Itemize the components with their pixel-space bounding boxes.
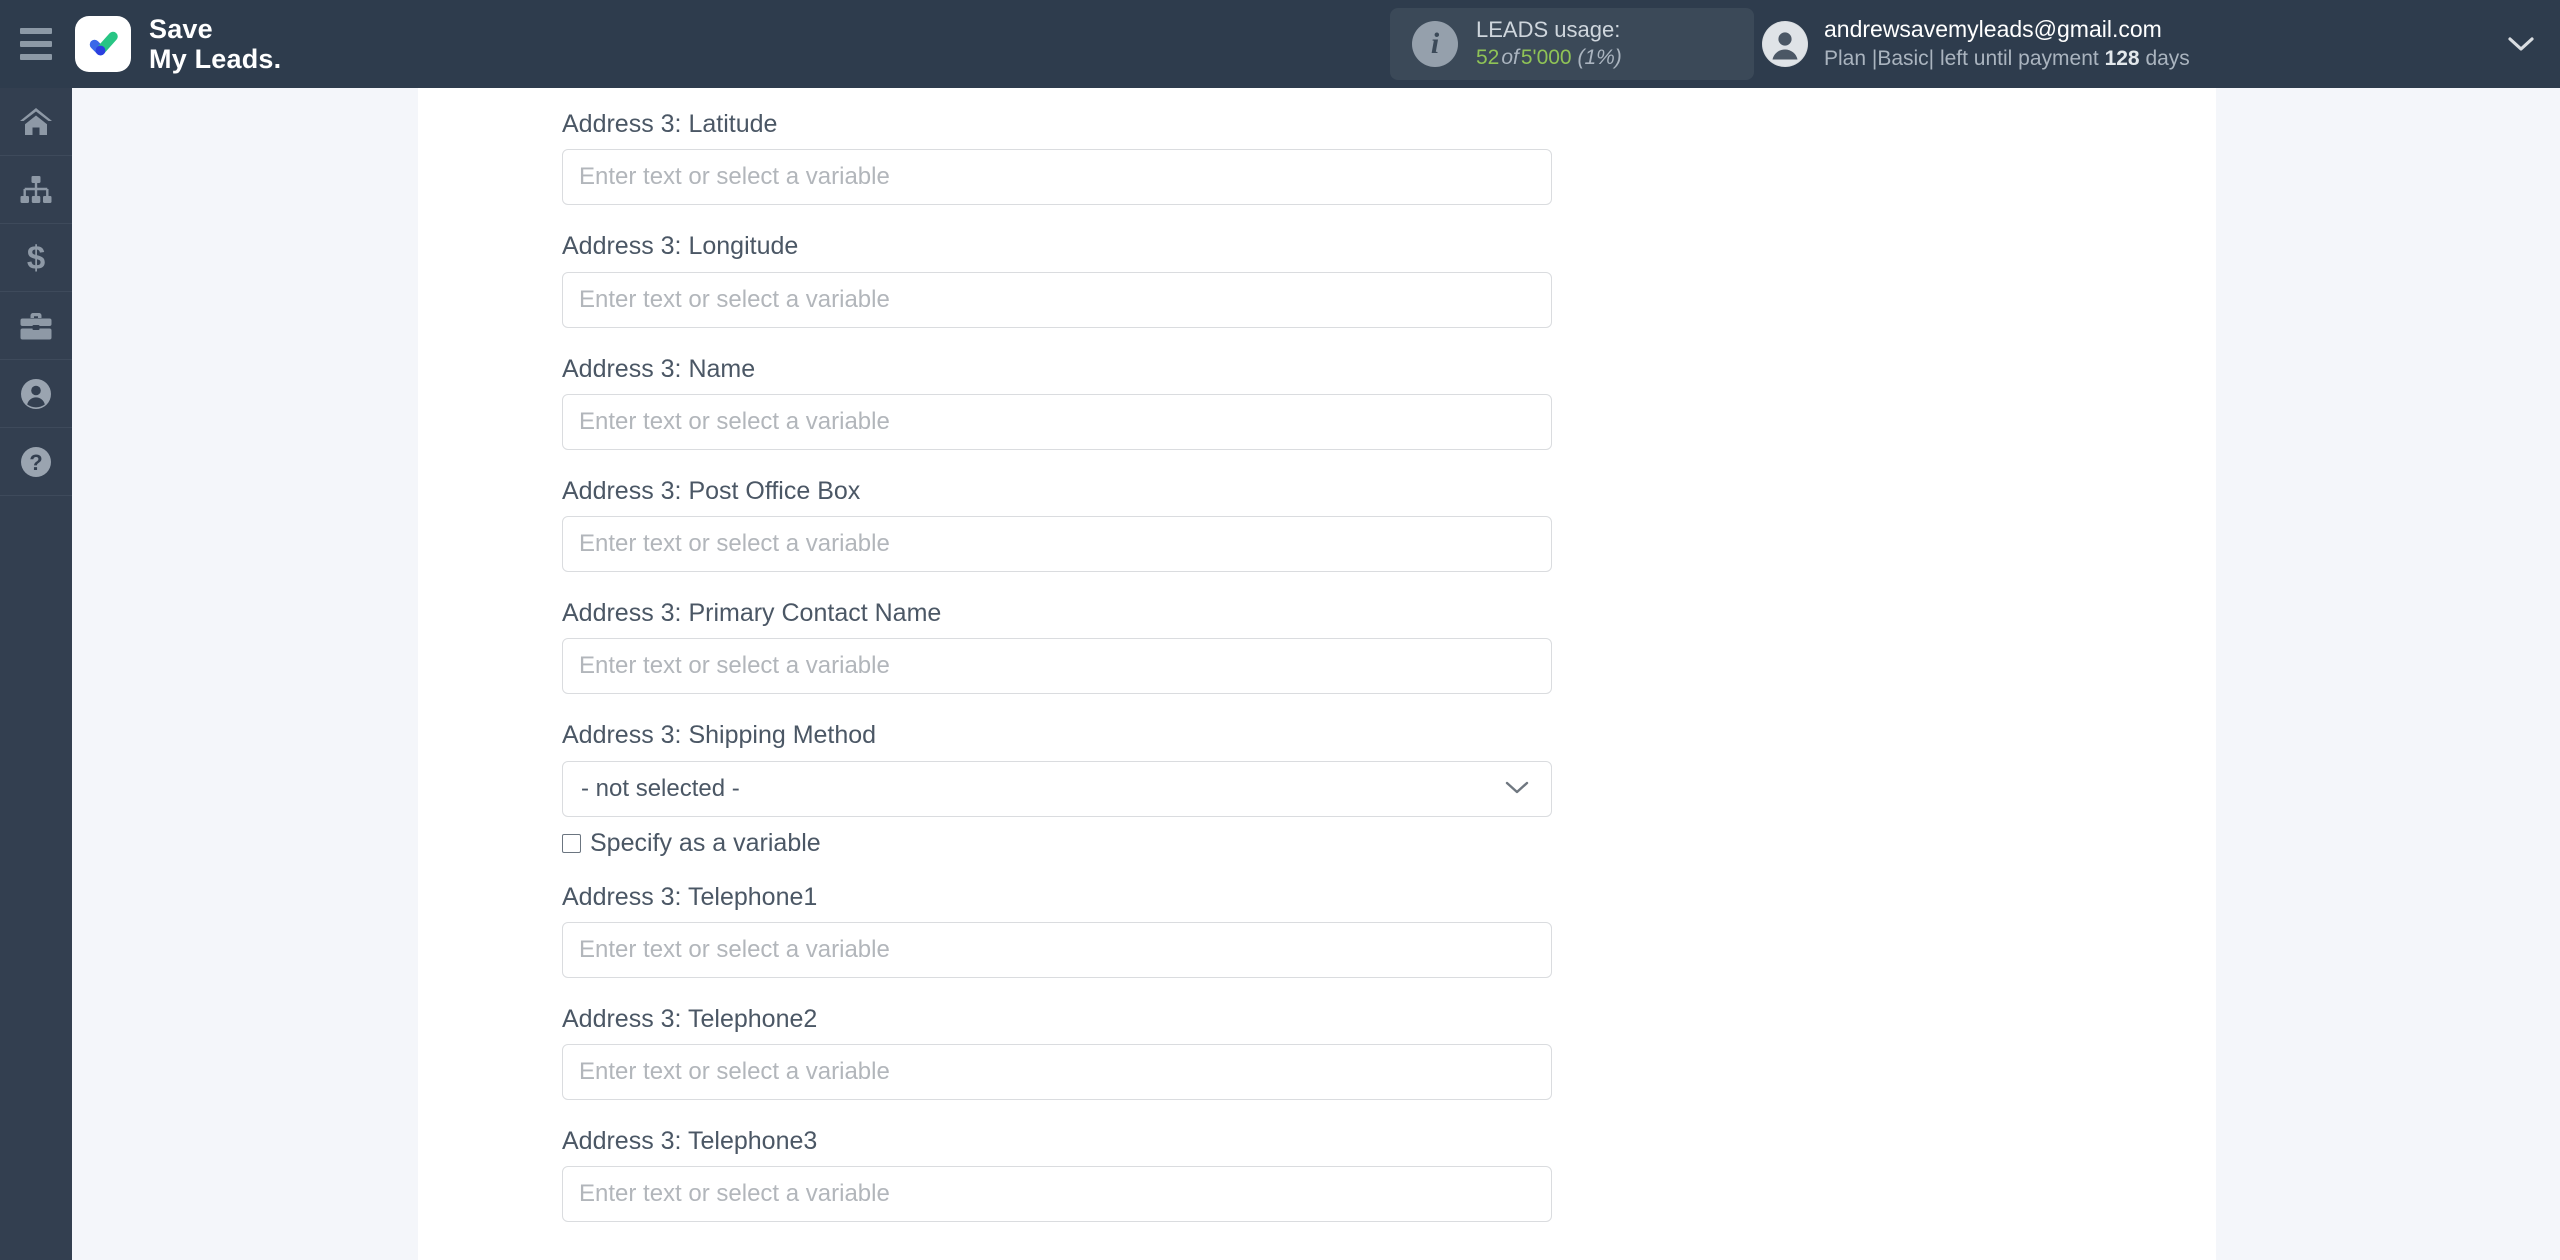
shipping-method-select-wrap: - not selected - — [562, 760, 1552, 817]
leads-usage-widget[interactable]: i LEADS usage: 52of5'000 (1%) — [1390, 8, 1754, 80]
sidebar-item-services[interactable] — [0, 292, 72, 360]
plan-prefix: Plan |Basic| left until payment — [1824, 47, 2099, 71]
field-input-latitude[interactable] — [562, 149, 1552, 206]
usage-used: 52 — [1476, 45, 1500, 69]
sidebar-item-help[interactable]: ? — [0, 428, 72, 496]
field-input-telephone3[interactable] — [562, 1166, 1552, 1223]
svg-text:?: ? — [29, 450, 42, 475]
hamburger-bar — [20, 28, 52, 34]
sitemap-icon — [19, 175, 53, 205]
field-label: Address 3: Post Office Box — [562, 476, 861, 505]
hamburger-bar — [20, 41, 52, 47]
top-header-bar: Save My Leads. i LEADS usage: 52of5'000 … — [0, 0, 2560, 88]
field-label: Address 3: Primary Contact Name — [562, 599, 942, 627]
sidebar-item-home[interactable] — [0, 88, 72, 156]
field-group: Address 3: Shipping Method - not selecte… — [562, 694, 1662, 855]
field-label: Address 3: Longitude — [562, 232, 799, 261]
chevron-down-icon[interactable] — [2506, 34, 2536, 59]
content-panel: Address 3: Latitude Address 3: Longitude… — [418, 88, 2216, 1260]
usage-total: 5'000 — [1520, 45, 1572, 69]
briefcase-icon — [19, 311, 53, 341]
svg-text:$: $ — [27, 241, 45, 275]
brand-name: Save My Leads. — [149, 14, 281, 74]
user-avatar-icon — [1762, 21, 1808, 67]
field-label: Address 3: Name — [562, 354, 756, 383]
plan-suffix: days — [2145, 47, 2190, 71]
field-label: Address 3: Telephone2 — [562, 1004, 818, 1033]
field-input-telephone1[interactable] — [562, 921, 1552, 978]
usage-title: LEADS usage: — [1476, 17, 1621, 43]
field-group: Address 3: Latitude — [562, 83, 1662, 206]
field-group: Address 3: Primary Contact Name — [562, 572, 1662, 695]
usage-of: of — [1501, 45, 1519, 69]
field-mapping-form: Address 3: Latitude Address 3: Longitude… — [562, 83, 1662, 1223]
field-input-primary-contact-name[interactable] — [562, 638, 1552, 695]
field-group: Address 3: Name — [562, 328, 1662, 450]
info-icon: i — [1412, 21, 1458, 67]
usage-percent: (1%) — [1577, 45, 1622, 69]
brand-logo[interactable]: Save My Leads. — [75, 14, 281, 74]
usage-value: 52of5'000 (1%) — [1476, 45, 1622, 72]
field-label: Address 3: Shipping Method — [562, 721, 877, 750]
usage-text-block: LEADS usage: 52of5'000 (1%) — [1476, 16, 1622, 71]
field-label: Address 3: Telephone3 — [562, 1127, 818, 1155]
brand-line-2: My Leads. — [149, 44, 282, 74]
specify-as-variable-label: Specify as a variable — [590, 828, 821, 857]
left-icon-sidebar: $ ? — [0, 88, 72, 1260]
question-circle-icon: ? — [20, 446, 52, 478]
account-email: andrewsavemyleads@gmail.com — [1824, 16, 2162, 43]
hamburger-menu-icon[interactable] — [0, 0, 72, 88]
field-input-telephone2[interactable] — [562, 1044, 1552, 1100]
field-label: Address 3: Telephone1 — [562, 882, 818, 911]
field-group: Address 3: Telephone2 — [562, 978, 1662, 1100]
field-input-name[interactable] — [562, 393, 1552, 450]
field-group: Address 3: Telephone3 — [562, 1100, 1662, 1223]
account-widget[interactable]: andrewsavemyleads@gmail.com Plan |Basic|… — [1762, 8, 2190, 80]
specify-as-variable-checkbox[interactable] — [562, 833, 581, 853]
dollar-icon: $ — [23, 241, 49, 275]
sidebar-item-connections[interactable] — [0, 156, 72, 224]
hamburger-bar — [20, 54, 52, 60]
sidebar-item-profile[interactable] — [0, 360, 72, 428]
field-group: Address 3: Longitude — [562, 205, 1662, 328]
field-label: Address 3: Latitude — [562, 110, 778, 138]
account-plan: Plan |Basic| left until payment 128 days — [1824, 45, 2190, 72]
user-icon — [20, 378, 52, 410]
sidebar-item-billing[interactable]: $ — [0, 224, 72, 292]
field-group: Address 3: Telephone1 — [562, 856, 1662, 978]
specify-as-variable-row[interactable]: Specify as a variable — [562, 817, 1662, 856]
page-body: Address 3: Latitude Address 3: Longitude… — [72, 88, 2560, 1260]
checkmark-logo-icon — [75, 16, 131, 72]
brand-line-1: Save — [149, 13, 213, 44]
home-icon — [19, 106, 53, 138]
field-group: Address 3: Post Office Box — [562, 450, 1662, 572]
plan-days: 128 — [2104, 47, 2140, 71]
field-input-longitude[interactable] — [562, 271, 1552, 328]
account-text-block: andrewsavemyleads@gmail.com Plan |Basic|… — [1824, 15, 2190, 72]
field-select-shipping-method[interactable]: - not selected - — [562, 760, 1552, 817]
field-input-post-office-box[interactable] — [562, 516, 1552, 572]
